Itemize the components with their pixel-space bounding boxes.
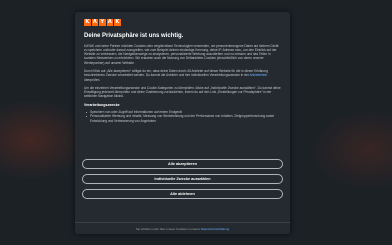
settings-paragraph: Um die einzelnen Verarbeitungszwecke und…: [84, 85, 281, 99]
select-purposes-button[interactable]: Individuelle Zwecke auswählen: [82, 174, 283, 184]
kayak-logo: K A Y A K: [84, 19, 281, 26]
footer-text: Sie erfahren mehr über unsere Cookies in…: [135, 227, 201, 231]
consent-paragraph: Durch Klick auf „Alle akzeptieren“ willi…: [84, 69, 281, 82]
privacy-policy-link[interactable]: Datenschutzerklärung: [201, 227, 229, 231]
accept-all-button[interactable]: Alle akzeptieren: [82, 159, 283, 169]
dialog-title: Deine Privatsphäre ist uns wichtig.: [84, 32, 184, 39]
logo-letter: A: [106, 19, 113, 26]
logo-letter: A: [91, 19, 98, 26]
logo-letter: K: [84, 19, 91, 26]
dialog-footer: Sie erfahren mehr über unsere Cookies in…: [75, 222, 290, 234]
intro-paragraph: KAYAK und seine Partner möchten Cookies …: [84, 43, 279, 65]
consent-text: Durch Klick auf „Alle akzeptieren“ willi…: [84, 68, 268, 78]
logo-letter: Y: [99, 19, 106, 26]
cookie-consent-dialog: K A Y A K Deine Privatsphäre ist uns wic…: [75, 12, 290, 234]
reject-all-button[interactable]: Alle ablehnen: [82, 189, 283, 199]
logo-letter: K: [114, 19, 121, 26]
consent-text-end: überprüfen.: [84, 77, 101, 82]
vendor-list-link[interactable]: Anbieterliste: [250, 73, 268, 77]
purposes-list: Speichern von oder Zugriff auf Informati…: [84, 110, 281, 123]
purpose-item: Personalisierte Werbung und Inhalte, Mes…: [84, 114, 281, 123]
purposes-heading: Verarbeitungszwecke: [84, 102, 120, 107]
